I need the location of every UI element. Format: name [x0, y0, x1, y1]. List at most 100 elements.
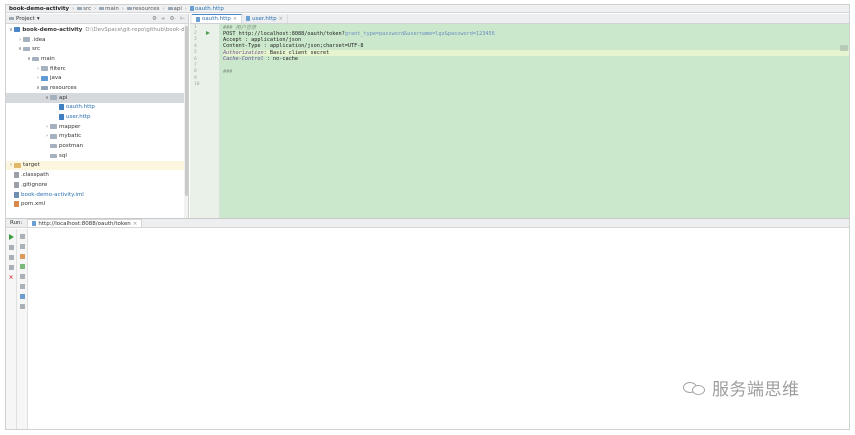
- close-run-icon[interactable]: ×: [8, 274, 15, 281]
- tree-item[interactable]: › target: [6, 160, 188, 171]
- code-token: : Basic client secret: [263, 49, 330, 56]
- tree-item[interactable]: oauth.http: [6, 103, 188, 113]
- line-number-text: 6: [194, 56, 197, 62]
- filter-icon[interactable]: [19, 253, 26, 259]
- close-icon[interactable]: ×: [279, 16, 283, 22]
- scroll-up-icon[interactable]: [19, 243, 26, 249]
- chevron-down-icon: ▾: [36, 15, 40, 22]
- folder-icon: [50, 124, 57, 129]
- folder-icon: [23, 46, 30, 52]
- tree-item-label: .gitignore: [21, 181, 48, 188]
- project-tool-icon[interactable]: ÷: [161, 16, 166, 22]
- editor-tab-label: oauth.http: [202, 16, 231, 22]
- breadcrumb-item[interactable]: resources: [126, 6, 160, 12]
- copy-icon[interactable]: [19, 283, 26, 289]
- export-icon[interactable]: [19, 273, 26, 279]
- file-icon: [14, 172, 19, 179]
- tree-item-label: user.http: [66, 114, 91, 121]
- folder-icon: [99, 6, 105, 11]
- expand-arrow-icon[interactable]: ∨: [8, 27, 14, 33]
- tree-item[interactable]: ∨ book-demo-activity D:\DevSpace\git-repo\…: [6, 25, 188, 35]
- tree-item[interactable]: ∨ src: [6, 44, 188, 54]
- tree-item[interactable]: user.http: [6, 112, 188, 122]
- folder-icon: [50, 143, 57, 149]
- project-panel-header: Project ▾ ⚙ ÷ ⚙· ⊢: [6, 14, 188, 24]
- line-number-text: 9: [194, 75, 197, 81]
- tree-item[interactable]: ∨ resources: [6, 83, 188, 93]
- line-number-text: 8: [194, 69, 197, 75]
- pin-icon[interactable]: [8, 264, 15, 270]
- breadcrumb-item[interactable]: src: [77, 6, 91, 12]
- tree-item-label: .idea: [32, 36, 46, 43]
- tree-item[interactable]: › java: [6, 73, 188, 83]
- breadcrumb-label: book-demo-activity: [9, 5, 70, 12]
- line-number-text: 1: [194, 24, 197, 30]
- close-icon[interactable]: ×: [233, 16, 237, 22]
- project-tool-icon[interactable]: ⚙: [152, 16, 157, 22]
- code-area[interactable]: ### 用户登录 POST http://localhost:8088/oauth…: [223, 24, 849, 218]
- breadcrumb-item[interactable]: main: [99, 6, 119, 12]
- breadcrumb-separator: ›: [162, 5, 165, 12]
- breadcrumb-label: oauth.http: [194, 5, 224, 12]
- project-tool-icon[interactable]: ⊢: [180, 16, 185, 22]
- tree-item[interactable]: › .idea: [6, 35, 188, 45]
- layout-icon[interactable]: [8, 254, 15, 260]
- breadcrumb-separator: ›: [72, 5, 75, 12]
- scrollbar-thumb[interactable]: [184, 26, 188, 196]
- sort-icon[interactable]: [19, 263, 26, 269]
- tree-item[interactable]: .gitignore: [6, 180, 188, 190]
- run-tab[interactable]: http://localhost:8088/oauth/token ×: [27, 219, 143, 227]
- editor-inspection-icon[interactable]: [840, 45, 848, 51]
- tree-item-label: src: [32, 46, 41, 53]
- tree-item[interactable]: › mapper: [6, 122, 188, 132]
- tree-item[interactable]: .classpath: [6, 170, 188, 180]
- editor-tab[interactable]: oauth.http ×: [192, 14, 243, 23]
- close-icon[interactable]: ×: [133, 221, 138, 227]
- tree-item-label: filterc: [50, 65, 66, 72]
- tree-item[interactable]: book-demo-activity.iml: [6, 190, 188, 200]
- tree-item[interactable]: › filterc: [6, 64, 188, 74]
- project-path: D:\DevSpace\git-repo\github\book-de: [85, 26, 188, 33]
- tree-item-label: api: [59, 94, 68, 101]
- run-request-icon[interactable]: [206, 30, 210, 35]
- scroll-down-icon[interactable]: [19, 233, 26, 239]
- folder-icon: [50, 134, 57, 139]
- project-panel-tools: ⚙ ÷ ⚙· ⊢: [152, 16, 185, 22]
- project-view-selector[interactable]: Project ▾: [9, 16, 40, 22]
- editor-tab[interactable]: user.http ×: [242, 14, 288, 23]
- tree-item[interactable]: postman: [6, 141, 188, 151]
- breadcrumb-label: src: [83, 5, 92, 12]
- breadcrumb-item[interactable]: api: [167, 5, 182, 12]
- module-icon: [13, 27, 21, 33]
- folder-icon: [77, 6, 83, 11]
- tree-item-label: sql: [59, 152, 67, 159]
- tree-item[interactable]: ∨ main: [6, 54, 188, 64]
- rerun-icon[interactable]: [9, 234, 14, 240]
- tree-item-label: mapper: [59, 123, 81, 130]
- project-scrollbar[interactable]: [184, 24, 188, 218]
- tree-item-label: mybatic: [59, 133, 82, 140]
- folder-icon: [50, 95, 57, 100]
- project-tool-icon[interactable]: ⚙·: [170, 16, 177, 22]
- tree-item[interactable]: pom.xml: [6, 199, 188, 209]
- line-number-text: 4: [194, 43, 197, 49]
- help-icon[interactable]: [19, 293, 26, 299]
- breadcrumb-item[interactable]: book-demo-activity: [9, 6, 69, 12]
- stop-icon[interactable]: [8, 244, 15, 250]
- breadcrumb-item[interactable]: oauth.http: [189, 5, 224, 12]
- breadcrumb-label: api: [173, 5, 182, 12]
- trash-icon[interactable]: [19, 303, 26, 309]
- tree-item[interactable]: ∨ api: [6, 92, 188, 103]
- tree-item-label: resources: [50, 84, 77, 91]
- project-panel-title: Project: [16, 15, 35, 22]
- source-folder-icon: [41, 76, 48, 81]
- run-label: Run:: [10, 220, 23, 226]
- breadcrumb-separator: ›: [184, 5, 187, 12]
- code-token: grant_type=password&username=lgz&passwor…: [344, 30, 495, 37]
- folder-icon: [32, 56, 39, 62]
- tree-item[interactable]: › mybatic: [6, 132, 188, 142]
- line-number-text: 7: [194, 63, 197, 69]
- tree-item[interactable]: sql: [6, 151, 188, 161]
- run-tools-left: ×: [6, 229, 17, 429]
- code-line[interactable]: [223, 82, 849, 88]
